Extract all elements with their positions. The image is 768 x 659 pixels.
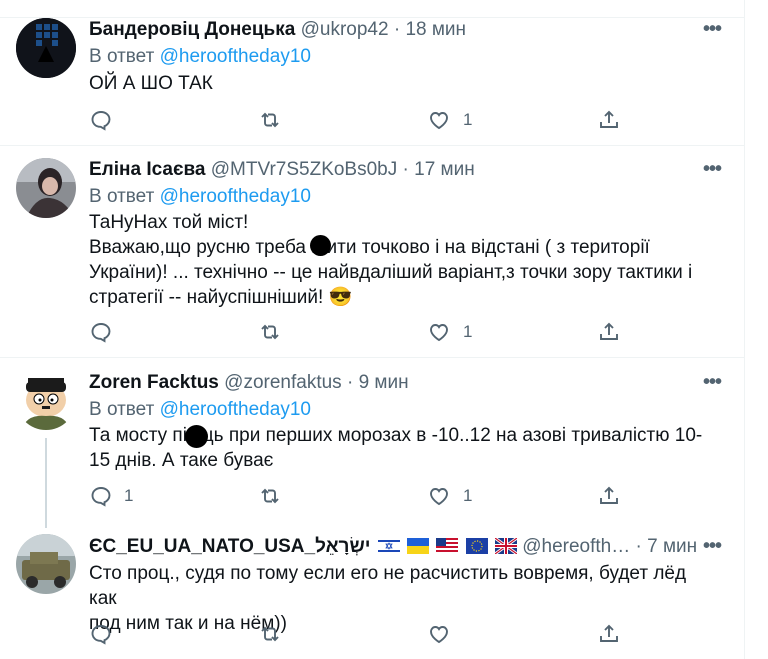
avatar[interactable] — [16, 370, 76, 430]
emoji-sunglasses: 😎 — [328, 287, 353, 308]
avatar-image — [16, 158, 76, 218]
avatar[interactable] — [16, 534, 76, 594]
redaction-blot — [185, 425, 208, 448]
israel-flag-icon — [377, 538, 400, 554]
text-line: стратегії -- найуспішніший! — [89, 287, 324, 308]
avatar-image — [16, 18, 76, 78]
redaction-blot — [310, 235, 331, 256]
text-line: Та мосту пі ець при перших морозах в -10… — [89, 425, 703, 446]
reply-context: В ответ @herooftheday10 — [89, 185, 311, 209]
tweet-header: Zoren Facktus @zorenfaktus · 9 мин — [89, 371, 409, 395]
like-icon[interactable] — [427, 484, 451, 508]
reply-context: В ответ @herooftheday10 — [89, 398, 311, 422]
reply-to-link[interactable]: @herooftheday10 — [160, 399, 311, 420]
author-handle[interactable]: @MTVr7S5ZKoBs0bJ — [211, 159, 397, 180]
text-line: України)! ... технічно -- це найвдаліший… — [89, 262, 693, 283]
author-handle[interactable]: @zorenfaktus — [224, 372, 342, 393]
reply-icon[interactable] — [89, 108, 113, 132]
like-icon[interactable] — [427, 108, 451, 132]
tweet-header: Еліна Ісаєва @MTVr7S5ZKoBs0bJ · 17 мин — [89, 158, 475, 182]
tweet-actions — [0, 622, 744, 646]
retweet-icon[interactable] — [258, 320, 282, 344]
share-icon[interactable] — [597, 320, 621, 344]
tweet-text: Та мосту пі ець при перших морозах в -10… — [89, 423, 714, 473]
separator-dot: · — [402, 159, 409, 180]
text-line: Сто проц., судя по тому если его не расч… — [89, 563, 687, 609]
tweet-actions: 1 — [0, 320, 744, 344]
author-name[interactable]: Zoren Facktus — [89, 372, 219, 393]
uk-flag-icon — [494, 538, 517, 554]
timestamp[interactable]: 7 мин — [647, 536, 697, 557]
author-name[interactable]: Еліна Ісаєва — [89, 159, 205, 180]
more-icon[interactable]: ••• — [703, 18, 722, 41]
avatar[interactable] — [16, 18, 76, 78]
retweet-icon[interactable] — [258, 622, 282, 646]
like-count: 1 — [463, 486, 473, 505]
tweet[interactable]: Еліна Ісаєва @MTVr7S5ZKoBs0bJ · 17 мин •… — [0, 146, 744, 357]
timestamp[interactable]: 9 мин — [359, 372, 409, 393]
separator-dot: · — [346, 372, 354, 393]
thread-line — [45, 438, 47, 528]
more-icon[interactable]: ••• — [703, 535, 722, 558]
reply-prefix: В ответ — [89, 46, 155, 67]
reply-icon[interactable] — [89, 484, 113, 508]
text-line: 15 днів. А таке буває — [89, 450, 274, 471]
tweet-header: Бандеровiц Донецька @ukrop42 · 18 мин — [89, 18, 466, 42]
tweet[interactable]: Бандеровiц Донецька @ukrop42 · 18 мин ••… — [0, 0, 744, 145]
text-line: Вважаю,що русню треба шити точково і на … — [89, 237, 650, 258]
reply-to-link[interactable]: @herooftheday10 — [160, 46, 311, 67]
usa-flag-icon — [436, 538, 459, 554]
reply-count: 1 — [124, 486, 134, 505]
avatar[interactable] — [16, 158, 76, 218]
author-handle[interactable]: @ukrop42 — [301, 19, 389, 40]
tweet-text: ОЙ А ШО ТАК — [89, 73, 213, 94]
ukraine-flag-icon — [407, 538, 430, 554]
share-icon[interactable] — [597, 108, 621, 132]
like-count: 1 — [463, 322, 473, 341]
text-line: ТаНуНах той міст! — [89, 212, 249, 233]
reply-icon[interactable] — [89, 622, 113, 646]
timestamp[interactable]: 18 мин — [405, 19, 466, 40]
author-name[interactable]: Бандеровiц Донецька — [89, 19, 295, 40]
timestamp[interactable]: 17 мин — [414, 159, 475, 180]
like-count: 1 — [463, 110, 473, 129]
separator-dot: · — [635, 536, 642, 557]
like-icon[interactable] — [427, 320, 451, 344]
tweet-feed: Бандеровiц Донецька @ukrop42 · 18 мин ••… — [0, 0, 745, 659]
more-icon[interactable]: ••• — [703, 371, 722, 394]
tweet-actions: 1 1 — [0, 484, 744, 508]
reply-prefix: В ответ — [89, 399, 155, 420]
retweet-icon[interactable] — [258, 484, 282, 508]
separator-dot: · — [393, 19, 401, 40]
tweet-actions: 1 — [0, 108, 744, 132]
author-name[interactable]: ЄС_EU_UA_NATO_USA_ישְׂרָאֵל — [89, 536, 371, 557]
tweet-header: ЄС_EU_UA_NATO_USA_ישְׂרָאֵל @hereofth… ·… — [89, 535, 697, 559]
more-icon[interactable]: ••• — [703, 158, 722, 181]
tweet[interactable]: ЄС_EU_UA_NATO_USA_ישְׂרָאֵל @hereofth… ·… — [0, 518, 744, 659]
tweet[interactable]: Zoren Facktus @zorenfaktus · 9 мин ••• В… — [0, 358, 744, 528]
retweet-icon[interactable] — [258, 108, 282, 132]
reply-icon[interactable] — [89, 320, 113, 344]
share-icon[interactable] — [597, 622, 621, 646]
eu-flag-icon — [465, 538, 488, 554]
like-icon[interactable] — [427, 622, 451, 646]
avatar-image — [16, 370, 76, 430]
reply-prefix: В ответ — [89, 186, 155, 207]
share-icon[interactable] — [597, 484, 621, 508]
reply-context: В ответ @herooftheday10 — [89, 45, 311, 69]
author-handle[interactable]: @hereofth… — [522, 536, 630, 557]
reply-to-link[interactable]: @herooftheday10 — [160, 186, 311, 207]
avatar-image — [16, 534, 76, 594]
tweet-text: ТаНуНах той міст! Вважаю,що русню треба … — [89, 210, 714, 310]
